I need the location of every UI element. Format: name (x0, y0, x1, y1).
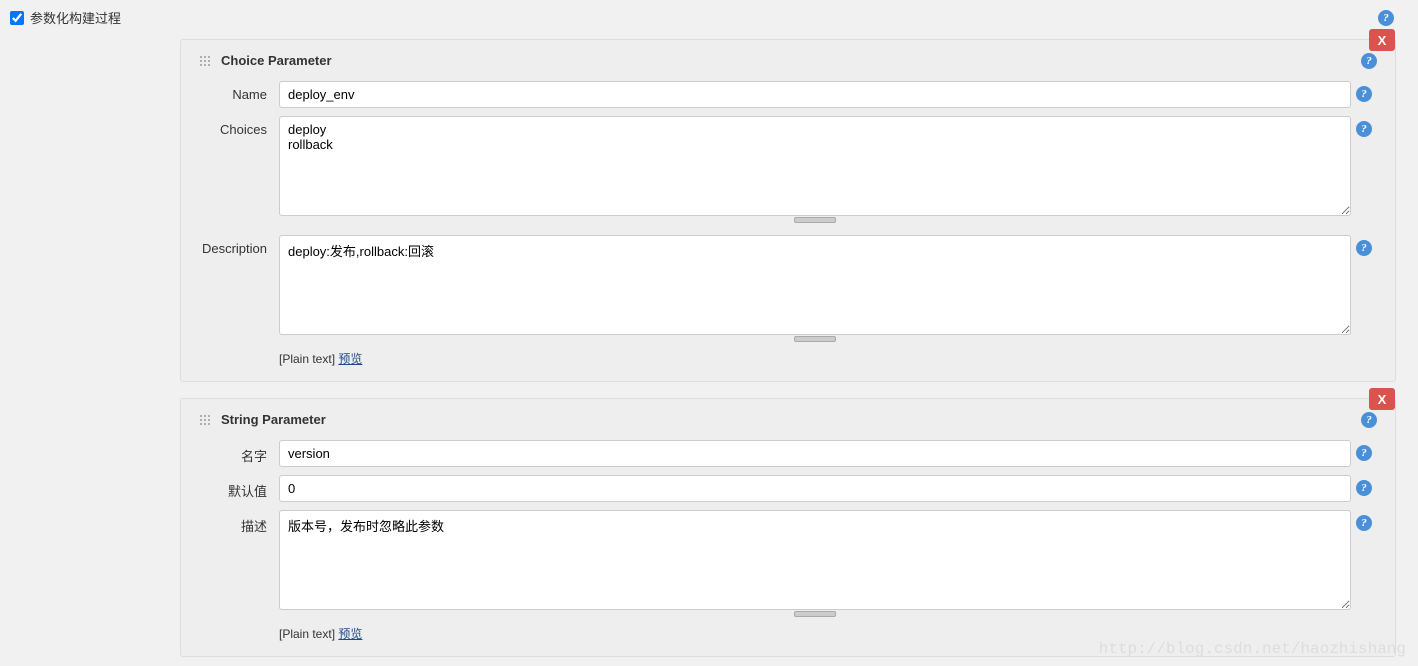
plain-text-label: [Plain text] (279, 627, 338, 641)
name-label: 名字 (199, 440, 279, 465)
help-icon[interactable]: ? (1361, 412, 1377, 428)
resize-handle-icon[interactable] (279, 217, 1351, 227)
plain-text-label: [Plain text] (279, 352, 338, 366)
choice-parameter-panel: X Choice Parameter ? Name ? Choices (180, 39, 1396, 382)
choices-label: Choices (199, 116, 279, 137)
panel-title: String Parameter (221, 412, 326, 427)
name-input[interactable] (279, 440, 1351, 467)
parameterized-build-checkbox-label[interactable]: 参数化构建过程 (10, 8, 121, 27)
help-icon[interactable]: ? (1356, 121, 1372, 137)
description-label: Description (199, 235, 279, 256)
panel-title: Choice Parameter (221, 53, 332, 68)
preview-link[interactable]: 预览 (338, 627, 362, 641)
preview-link[interactable]: 预览 (338, 352, 362, 366)
drag-handle-icon[interactable] (199, 55, 211, 67)
help-icon[interactable]: ? (1356, 445, 1372, 461)
drag-handle-icon[interactable] (199, 414, 211, 426)
help-icon[interactable]: ? (1361, 53, 1377, 69)
delete-button[interactable]: X (1369, 388, 1395, 410)
description-textarea[interactable] (279, 510, 1351, 610)
help-icon[interactable]: ? (1356, 480, 1372, 496)
resize-handle-icon[interactable] (279, 336, 1351, 346)
parameterized-build-label: 参数化构建过程 (30, 8, 121, 27)
default-label: 默认值 (199, 475, 279, 500)
help-icon[interactable]: ? (1356, 240, 1372, 256)
name-label: Name (199, 81, 279, 102)
resize-handle-icon[interactable] (279, 611, 1351, 621)
help-icon[interactable]: ? (1378, 10, 1394, 26)
default-input[interactable] (279, 475, 1351, 502)
parameterized-build-checkbox[interactable] (10, 11, 24, 25)
name-input[interactable] (279, 81, 1351, 108)
help-icon[interactable]: ? (1356, 515, 1372, 531)
top-option-row: 参数化构建过程 ? (0, 0, 1418, 35)
help-icon[interactable]: ? (1356, 86, 1372, 102)
choices-textarea[interactable] (279, 116, 1351, 216)
delete-button[interactable]: X (1369, 29, 1395, 51)
description-label: 描述 (199, 510, 279, 535)
description-textarea[interactable] (279, 235, 1351, 335)
string-parameter-panel: X String Parameter ? 名字 ? 默认值 (180, 398, 1396, 657)
